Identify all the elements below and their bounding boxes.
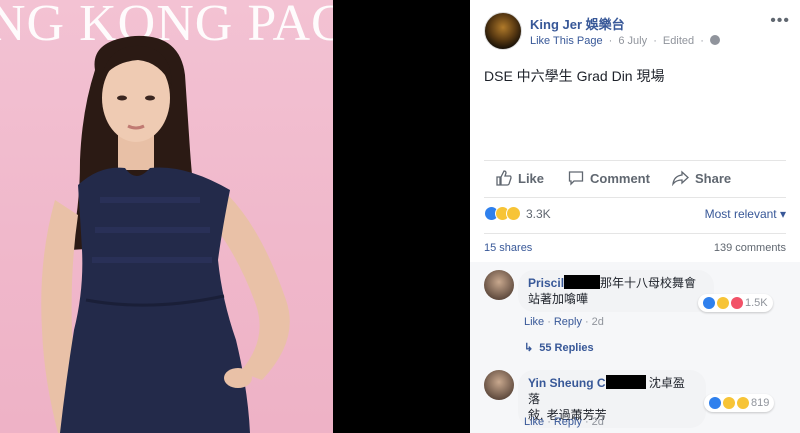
post-date-link[interactable]: 6 July: [618, 35, 647, 47]
post-photo[interactable]: NG KONG PAGE: [0, 0, 333, 433]
comment-actions: Like · Reply · 2d: [524, 416, 604, 428]
commenter-avatar[interactable]: [484, 270, 514, 300]
comment-like-link[interactable]: Like: [524, 416, 544, 428]
comment-sort-dropdown[interactable]: Most relevant ▾: [705, 207, 786, 221]
shares-link[interactable]: 15 shares: [484, 242, 532, 254]
comment-reply-link[interactable]: Reply: [554, 416, 582, 428]
person-illustration: [41, 35, 290, 433]
like-label: Like: [518, 170, 545, 186]
black-divider: [333, 0, 470, 433]
separator: ·: [547, 416, 551, 428]
post-meta: Like This Page · 6 July · Edited ·: [530, 35, 723, 47]
comment-bubble: Priscil 那年十八母校舞會 站著加噏嘩: [518, 270, 714, 312]
post-header: King Jer 娛樂台 Like This Page · 6 July · E…: [484, 12, 790, 52]
share-label: Share: [695, 170, 732, 186]
meta-separator: ·: [653, 35, 657, 47]
edited-label[interactable]: Edited: [663, 35, 694, 47]
comment-icon: [568, 171, 584, 186]
shares-comments-row: 15 shares 139 comments: [484, 233, 786, 259]
meta-separator: ·: [700, 35, 704, 47]
love-reaction-icon: [731, 297, 743, 309]
comments-count-link[interactable]: 139 comments: [714, 242, 786, 254]
redaction-bar: [564, 275, 601, 289]
comment-like-link[interactable]: Like: [524, 316, 544, 328]
share-icon: [672, 170, 689, 186]
thumbs-up-icon: [496, 170, 512, 186]
like-button[interactable]: Like: [496, 170, 544, 186]
comment-reaction-count: 1.5K: [745, 297, 768, 309]
comment-actions: Like · Reply · 2d: [524, 316, 604, 328]
comment-reaction-count: 819: [751, 397, 770, 409]
comment-time[interactable]: 2d: [592, 416, 604, 428]
separator: ·: [547, 316, 551, 328]
post-actions-bar: Like Comment Share: [484, 160, 786, 198]
meta-separator: ·: [608, 35, 613, 47]
reaction-count[interactable]: 3.3K: [526, 207, 551, 221]
comment-reactions[interactable]: 1.5K: [698, 294, 773, 312]
redaction-bar: [605, 375, 646, 389]
like-page-link[interactable]: Like This Page: [530, 35, 603, 47]
commenter-name-link[interactable]: Priscil: [528, 276, 564, 290]
facebook-post: King Jer 娛樂台 Like This Page · 6 July · E…: [470, 0, 800, 433]
haha-reaction-icon: [717, 297, 729, 309]
comment-button[interactable]: Comment: [568, 170, 650, 186]
like-reaction-icon: [709, 397, 721, 409]
post-text: DSE 中六學生 Grad Din 現場: [484, 68, 665, 84]
sort-label: Most relevant: [704, 207, 777, 221]
haha-reaction-icon: [723, 397, 735, 409]
page-name-link[interactable]: King Jer 娛樂台: [530, 14, 625, 33]
wow-reaction-icon: [506, 206, 521, 221]
commenter-name-link[interactable]: Yin Sheung C: [528, 376, 606, 390]
comment-reply-link[interactable]: Reply: [554, 316, 582, 328]
reactions-summary[interactable]: 3.3K Most relevant ▾: [484, 203, 786, 225]
comment-label: Comment: [590, 170, 650, 186]
globe-icon[interactable]: [709, 35, 720, 45]
separator: ·: [584, 316, 589, 328]
replies-count: 55 Replies: [539, 341, 594, 354]
comment-text-line: 站著加噏嘩: [528, 292, 589, 306]
reply-arrow-icon: ↳: [524, 342, 534, 354]
view-replies-link[interactable]: ↳ 55 Replies: [524, 341, 594, 355]
more-options-icon[interactable]: •••: [770, 12, 790, 30]
share-button[interactable]: Share: [672, 170, 731, 186]
comment-time[interactable]: 2d: [592, 316, 604, 328]
like-reaction-icon: [703, 297, 715, 309]
comment-reactions[interactable]: 819: [704, 394, 775, 412]
commenter-avatar[interactable]: [484, 370, 514, 400]
page-avatar[interactable]: [484, 12, 522, 50]
wow-reaction-icon: [737, 397, 749, 409]
comment-text-line: 那年十八母校舞會: [600, 276, 697, 290]
separator: ·: [584, 416, 589, 428]
